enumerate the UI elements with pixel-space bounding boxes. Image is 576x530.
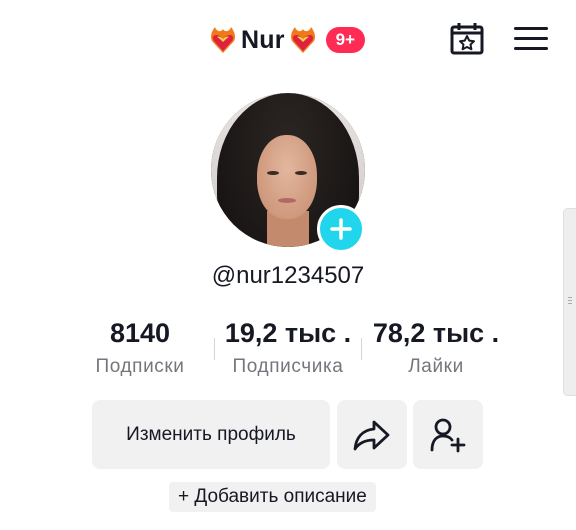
avatar-eye (267, 171, 279, 175)
add-user-icon (430, 418, 466, 452)
fire-heart-icon (211, 27, 235, 53)
stat-likes[interactable]: 78,2 тыс . Лайки (362, 316, 510, 378)
add-description-button[interactable]: + Добавить описание (169, 482, 376, 512)
calendar-star-icon[interactable] (449, 20, 485, 56)
add-avatar-button[interactable] (317, 205, 365, 253)
top-bar: Nur 9+ (0, 0, 576, 80)
menu-line (514, 27, 548, 30)
fire-heart-icon (290, 27, 315, 53)
scrollbar-grip (568, 297, 572, 305)
stat-value: 78,2 тыс . (372, 318, 500, 348)
avatar-eye (295, 171, 307, 175)
hamburger-menu-icon[interactable] (512, 22, 550, 54)
plus-icon (330, 218, 352, 240)
stat-value: 8140 (109, 318, 171, 348)
share-profile-button[interactable] (337, 400, 407, 469)
avatar-face (257, 135, 317, 219)
stat-value: 19,2 тыс . (224, 318, 352, 348)
notification-badge[interactable]: 9+ (325, 27, 366, 53)
profile-title[interactable]: Nur 9+ (208, 20, 366, 60)
avatar-lips (278, 198, 296, 203)
menu-line (514, 37, 548, 40)
stat-label: Подписчика (232, 356, 344, 377)
stat-label: Лайки (408, 356, 464, 377)
stat-following[interactable]: 8140 Подписки (80, 316, 200, 378)
edit-profile-button[interactable]: Изменить профиль (92, 400, 330, 469)
stat-label: Подписки (95, 356, 185, 377)
scrollbar[interactable] (563, 208, 576, 396)
menu-line (514, 47, 548, 50)
stat-followers[interactable]: 19,2 тыс . Подписчика (215, 316, 361, 378)
profile-display-name: Nur (241, 25, 285, 54)
username: @nur1234507 (211, 262, 365, 289)
share-arrow-icon (353, 420, 390, 450)
add-friend-button[interactable] (413, 400, 483, 469)
